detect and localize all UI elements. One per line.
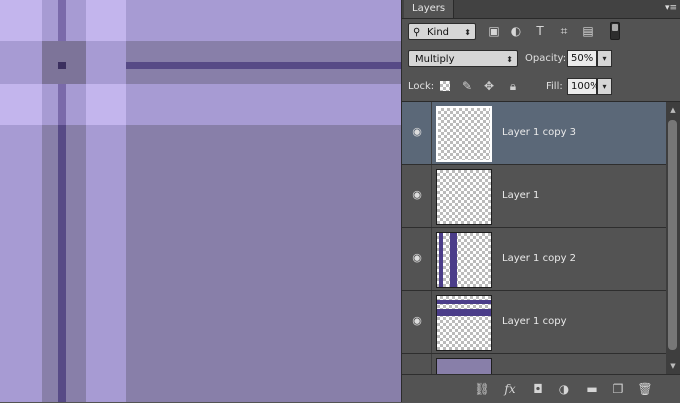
document-canvas[interactable] — [0, 0, 401, 402]
layer-name[interactable]: Layer 1 — [502, 190, 539, 201]
trash-icon[interactable]: 🗑︎ — [637, 381, 653, 397]
visibility-cell[interactable]: ◉ — [402, 165, 432, 227]
layers-panel: Layers ▾≡ ⚲ Kind ⬍ ▣ ◐ T ⌗ ▤ Multiply ⬍ … — [401, 0, 680, 403]
layer-row[interactable] — [402, 354, 666, 374]
eye-icon[interactable]: ◉ — [411, 189, 423, 201]
blend-row: Multiply ⬍ Opacity: 50% ▾ — [402, 46, 680, 72]
fill-input[interactable]: 100% — [567, 78, 600, 95]
lock-move-icon[interactable]: ✥ — [482, 79, 496, 93]
fill-dropdown[interactable]: ▾ — [597, 78, 612, 95]
opacity-dropdown[interactable]: ▾ — [597, 50, 612, 67]
lock-row: Lock: ✎ ✥ 🔒︎ Fill: 100% ▾ — [402, 73, 680, 102]
shape-filter-icon[interactable]: ⌗ — [556, 23, 572, 39]
folder-icon[interactable]: ▬ — [584, 381, 600, 397]
image-filter-icon[interactable]: ▣ — [486, 23, 502, 39]
lock-all-icon[interactable]: 🔒︎ — [506, 79, 520, 93]
layer-name[interactable]: Layer 1 copy 3 — [502, 127, 576, 138]
layers-list: ◉ Layer 1 copy 3 ◉ Layer 1 ◉ Layer 1 cop… — [402, 102, 666, 374]
visibility-cell[interactable]: ◉ — [402, 228, 432, 290]
thumbnail-stripe — [437, 309, 491, 316]
layers-scrollbar[interactable]: ▲ ▼ — [666, 102, 680, 374]
blend-mode-value: Multiply — [415, 54, 455, 65]
visibility-cell[interactable]: ◉ — [402, 102, 432, 164]
updown-arrow-icon: ⬍ — [464, 28, 471, 37]
layer-thumbnail — [436, 358, 492, 374]
opacity-label: Opacity: — [525, 53, 567, 64]
fx-icon[interactable]: fx — [502, 381, 518, 397]
eye-icon[interactable]: ◉ — [411, 126, 423, 138]
scroll-down-icon[interactable]: ▼ — [669, 362, 677, 370]
eye-icon[interactable]: ◉ — [411, 252, 423, 264]
new-layer-icon[interactable]: ❐ — [610, 381, 626, 397]
kind-filter-select[interactable]: ⚲ Kind ⬍ — [408, 23, 476, 40]
thumbnail-stripe — [439, 233, 443, 287]
scroll-up-icon[interactable]: ▲ — [669, 106, 677, 114]
smart-object-filter-icon[interactable]: ▤ — [580, 23, 596, 39]
lock-transparent-icon[interactable] — [440, 81, 450, 91]
kind-label: Kind — [427, 27, 450, 38]
layer-thumbnail — [436, 106, 492, 162]
mask-icon[interactable]: ◘ — [530, 381, 546, 397]
eye-icon[interactable]: ◉ — [411, 315, 423, 327]
blend-mode-select[interactable]: Multiply ⬍ — [408, 50, 518, 67]
adjustment-filter-icon[interactable]: ◐ — [508, 23, 524, 39]
visibility-cell[interactable] — [402, 354, 432, 374]
panel-menu-icon[interactable]: ▾≡ — [665, 3, 677, 13]
adjustment-icon[interactable]: ◑ — [556, 381, 572, 397]
layer-row[interactable]: ◉ Layer 1 copy — [402, 291, 666, 354]
search-icon: ⚲ — [413, 27, 421, 38]
layers-bottom-toolbar: ⛓ fx ◘ ◑ ▬ ❐ 🗑︎ — [402, 374, 680, 403]
lock-brush-icon[interactable]: ✎ — [460, 79, 474, 93]
scrollbar-thumb[interactable] — [668, 120, 677, 350]
layer-thumbnail — [436, 232, 492, 288]
layer-thumbnail — [436, 295, 492, 351]
updown-arrow-icon: ⬍ — [506, 55, 513, 64]
filter-toggle[interactable] — [610, 22, 620, 40]
layer-name[interactable]: Layer 1 copy 2 — [502, 253, 576, 264]
canvas-highlight — [58, 0, 66, 41]
layer-row[interactable]: ◉ Layer 1 copy 2 — [402, 228, 666, 291]
layer-row[interactable]: ◉ Layer 1 — [402, 165, 666, 228]
lock-label: Lock: — [408, 81, 435, 92]
tab-layers[interactable]: Layers — [404, 0, 455, 18]
fill-label: Fill: — [546, 81, 563, 92]
link-icon[interactable]: ⛓ — [474, 381, 490, 397]
thumbnail-stripe — [437, 300, 491, 304]
opacity-input[interactable]: 50% — [567, 50, 597, 67]
type-filter-icon[interactable]: T — [532, 23, 548, 39]
panel-tabbar: Layers ▾≡ — [402, 0, 680, 19]
layer-row[interactable]: ◉ Layer 1 copy 3 — [402, 102, 666, 165]
thumbnail-stripe — [450, 233, 457, 287]
layer-thumbnail — [436, 169, 492, 225]
filter-row: ⚲ Kind ⬍ ▣ ◐ T ⌗ ▤ — [402, 20, 680, 44]
layer-name[interactable]: Layer 1 copy — [502, 316, 566, 327]
canvas-intersection — [58, 62, 66, 69]
visibility-cell[interactable]: ◉ — [402, 291, 432, 353]
canvas-highlight — [58, 84, 66, 125]
